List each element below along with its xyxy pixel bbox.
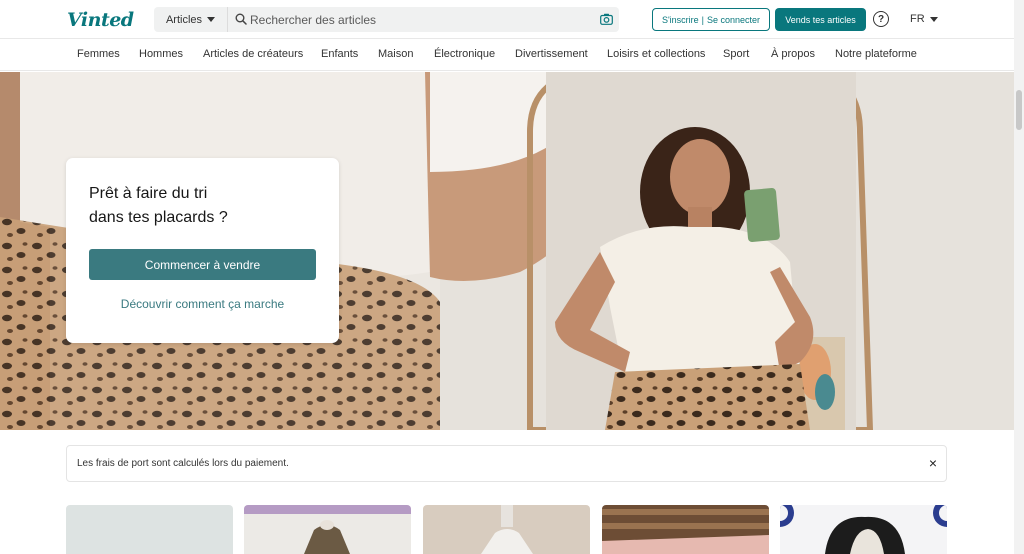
separator: | — [701, 14, 705, 25]
product-image — [780, 505, 947, 554]
product-card[interactable] — [66, 505, 233, 554]
product-image — [244, 505, 411, 554]
notice-text: Les frais de port sont calculés lors du … — [77, 458, 289, 469]
close-icon[interactable]: × — [929, 455, 937, 471]
product-card[interactable] — [244, 505, 411, 554]
login-label[interactable]: Se connecter — [707, 15, 760, 25]
search-category-label: Articles — [165, 13, 203, 26]
nav-item-a-propos[interactable]: À propos — [771, 48, 815, 60]
nav-item-notre-plateforme[interactable]: Notre plateforme — [835, 48, 917, 60]
chevron-down-icon — [929, 16, 938, 22]
nav-item-electronique[interactable]: Électronique — [434, 48, 495, 60]
header: Vinted Articles S'inscrire | Se connecte… — [0, 0, 1014, 39]
nav-item-sport[interactable]: Sport — [723, 48, 749, 60]
nav-item-hommes[interactable]: Hommes — [139, 48, 183, 60]
hero-card: Prêt à faire du tri dans tes placards ? … — [66, 158, 339, 343]
vinted-logo[interactable]: Vinted — [67, 9, 134, 31]
product-card[interactable] — [780, 505, 947, 554]
nav-item-enfants[interactable]: Enfants — [321, 48, 358, 60]
nav-item-maison[interactable]: Maison — [378, 48, 413, 60]
language-label: FR — [910, 13, 925, 25]
nav-item-loisirs[interactable]: Loisirs et collections — [607, 48, 705, 60]
signup-login-button[interactable]: S'inscrire | Se connecter — [652, 8, 770, 31]
search-bar: Articles — [154, 7, 619, 32]
page-scrollbar[interactable] — [1014, 0, 1024, 554]
product-image — [423, 505, 590, 554]
chevron-down-icon — [207, 17, 216, 22]
hero-title-line1: Prêt à faire du tri — [89, 185, 208, 202]
nav-item-divertissement[interactable]: Divertissement — [515, 48, 588, 60]
nav-item-createurs[interactable]: Articles de créateurs — [203, 48, 303, 60]
help-icon[interactable]: ? — [873, 11, 889, 27]
start-selling-button[interactable]: Commencer à vendre — [89, 249, 316, 280]
search-category-dropdown[interactable]: Articles — [154, 7, 228, 32]
shipping-notice: Les frais de port sont calculés lors du … — [66, 445, 947, 482]
camera-icon[interactable] — [600, 13, 613, 25]
hero-title: Prêt à faire du tri dans tes placards ? — [89, 182, 289, 230]
how-it-works-link[interactable]: Découvrir comment ça marche — [89, 297, 316, 311]
category-nav: Femmes Hommes Articles de créateurs Enfa… — [0, 40, 1014, 71]
signup-label[interactable]: S'inscrire — [662, 15, 699, 25]
product-card[interactable] — [423, 505, 590, 554]
scrollbar-thumb[interactable] — [1016, 90, 1022, 130]
product-card[interactable] — [602, 505, 769, 554]
product-image — [602, 505, 769, 554]
search-icon — [235, 13, 247, 25]
search-input[interactable] — [250, 9, 590, 30]
sell-items-button[interactable]: Vends tes articles — [775, 8, 866, 31]
hero-banner: Prêt à faire du tri dans tes placards ? … — [0, 72, 1014, 430]
hero-title-line2: dans tes placards ? — [89, 209, 228, 226]
language-selector[interactable]: FR — [910, 13, 938, 25]
nav-item-femmes[interactable]: Femmes — [77, 48, 120, 60]
